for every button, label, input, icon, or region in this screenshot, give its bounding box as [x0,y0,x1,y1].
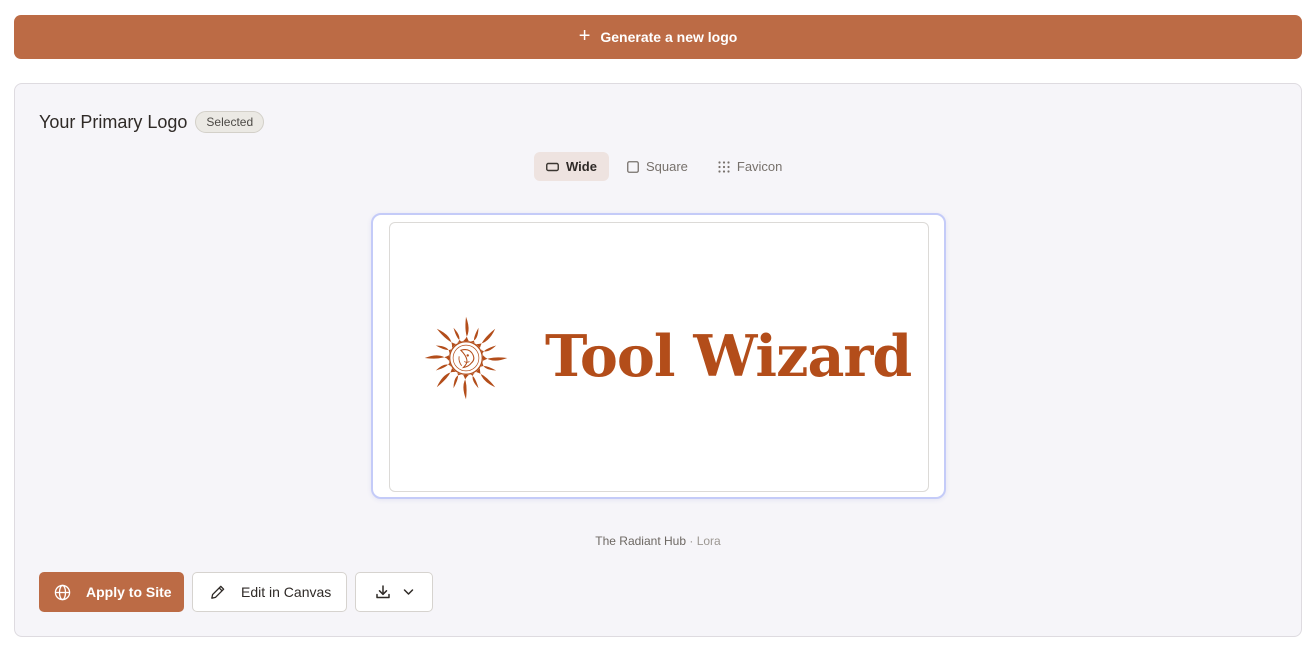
chevron-down-icon [403,589,413,595]
pencil-icon [211,585,225,599]
download-menu-button[interactable] [355,572,433,612]
apply-button-label: Apply to Site [86,584,172,600]
logo-preview-frame[interactable]: Tool Wizard [371,213,946,499]
sun-face-icon [424,316,508,400]
sun-ray [436,368,456,388]
apply-to-site-button[interactable]: Apply to Site [39,572,184,612]
tab-square[interactable]: Square [615,152,700,181]
edit-in-canvas-button[interactable]: Edit in Canvas [192,572,347,612]
download-icon [375,585,390,599]
panel-title: Your Primary Logo [39,111,188,132]
sun-ray [463,316,469,342]
sun-ray [424,355,450,361]
grid-dots-icon [718,160,730,173]
selected-badge: Selected [195,111,265,133]
edit-button-label: Edit in Canvas [241,584,332,600]
action-bar: Apply to Site Edit in Canvas [39,572,433,612]
tab-wide[interactable]: Wide [534,152,609,181]
tab-square-label: Square [645,159,688,174]
panel-header: Your Primary Logo Selected [39,111,265,133]
sun-ray [435,362,452,371]
sun-ray [453,372,462,389]
brand-name-text: Tool Wizard [545,323,912,390]
square-icon [627,160,639,173]
sun-ray [476,328,496,348]
sun-ray [453,327,462,344]
generate-button-label: Generate a new logo [600,29,738,45]
format-tabs: Wide Square Favicon [534,152,794,181]
sun-ray [470,327,479,344]
wide-rectangle-icon [546,162,559,171]
generate-new-logo-button[interactable]: + Generate a new logo [14,15,1302,59]
plus-icon: + [578,25,591,47]
sun-ray [476,368,496,388]
globe-icon [54,584,71,600]
caption-site-name: The Radiant Hub [595,534,687,548]
tab-wide-label: Wide [566,159,597,174]
sun-ray [480,362,497,371]
logo-preview-canvas: Tool Wizard [389,222,929,492]
tab-favicon-label: Favicon [736,159,783,174]
tab-favicon[interactable]: Favicon [706,152,795,181]
caption-separator: · [686,534,697,548]
sun-ray [435,345,452,354]
sun-ray [470,372,479,389]
caption-font-name: Lora [696,534,721,548]
primary-logo-panel: Your Primary Logo Selected Wide Square F… [14,83,1302,637]
sun-ray [463,374,469,400]
sun-ray [436,328,456,348]
logo-caption: The Radiant Hub · Lora [15,534,1301,548]
sun-ray [482,355,508,361]
sun-ray [480,345,497,354]
